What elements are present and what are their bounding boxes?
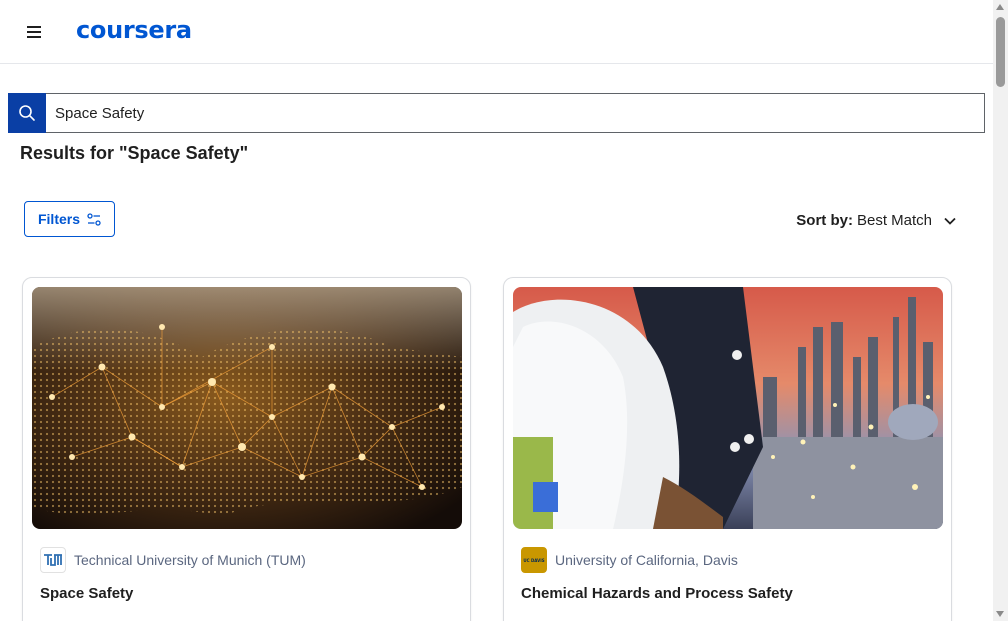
scrollbar[interactable]	[993, 0, 1008, 621]
results-heading: Results for "Space Safety"	[20, 143, 249, 163]
course-card[interactable]: UC DAVIS University of California, Davis…	[503, 277, 952, 621]
course-title[interactable]: Chemical Hazards and Process Safety	[521, 585, 793, 602]
scrollbar-thumb[interactable]	[996, 17, 1005, 87]
search-input[interactable]	[46, 93, 985, 133]
course-image	[513, 287, 943, 529]
coursera-logo[interactable]: coursera	[76, 16, 192, 44]
filter-sliders-icon	[87, 212, 101, 226]
hamburger-menu-icon[interactable]	[22, 20, 46, 44]
course-card[interactable]: Technical University of Munich (TUM) Spa…	[22, 277, 471, 621]
tum-logo	[40, 547, 66, 573]
uc-davis-logo: UC DAVIS	[521, 547, 547, 573]
filters-button[interactable]: Filters	[24, 201, 115, 237]
partner-name: University of California, Davis	[555, 552, 738, 568]
partner-info: Technical University of Munich (TUM)	[40, 547, 306, 573]
top-header: coursera	[0, 0, 993, 64]
sort-dropdown[interactable]: Sort by: Best Match	[796, 212, 956, 229]
scroll-down-arrow-icon[interactable]	[996, 611, 1004, 617]
partner-info: UC DAVIS University of California, Davis	[521, 547, 738, 573]
sort-value: Best Match	[856, 212, 932, 229]
partner-name: Technical University of Munich (TUM)	[74, 552, 306, 568]
chevron-down-icon	[944, 217, 956, 225]
sort-label: Sort by:	[796, 212, 853, 229]
scroll-up-arrow-icon[interactable]	[996, 4, 1004, 10]
uc-davis-logo-text: UC DAVIS	[523, 557, 545, 563]
search-icon	[19, 105, 35, 121]
filters-label: Filters	[37, 211, 80, 227]
search-bar	[8, 93, 985, 133]
course-image	[32, 287, 462, 529]
search-button[interactable]	[8, 93, 46, 133]
course-title[interactable]: Space Safety	[40, 585, 133, 602]
